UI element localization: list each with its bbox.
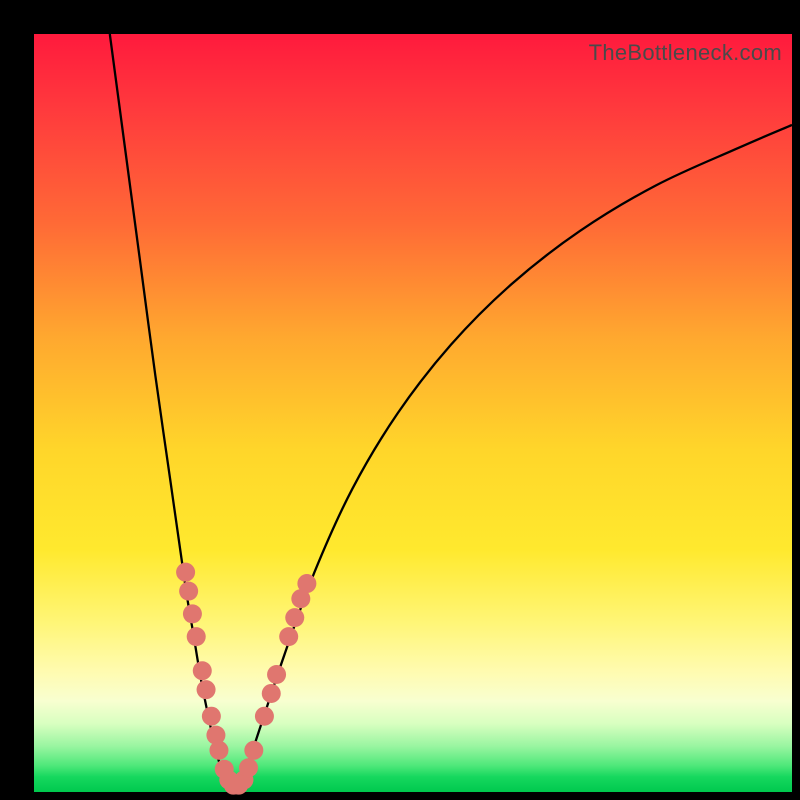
bead-marker [193, 661, 212, 680]
bead-marker [262, 684, 281, 703]
curves-layer [34, 34, 792, 792]
bead-marker [209, 741, 228, 760]
bead-marker [176, 563, 195, 582]
left-curve [110, 34, 231, 788]
bead-marker [267, 665, 286, 684]
bead-marker [244, 741, 263, 760]
bead-markers [176, 563, 316, 795]
bead-marker [183, 604, 202, 623]
bead-marker [202, 707, 221, 726]
plot-area: TheBottleneck.com [34, 34, 792, 792]
bead-marker [297, 574, 316, 593]
bead-marker [179, 582, 198, 601]
right-curve [239, 125, 792, 788]
bead-marker [279, 627, 298, 646]
bead-marker [187, 627, 206, 646]
bead-marker [285, 608, 304, 627]
bead-marker [255, 707, 274, 726]
chart-frame: TheBottleneck.com [0, 0, 800, 800]
bead-marker [197, 680, 216, 699]
bead-marker [239, 758, 258, 777]
